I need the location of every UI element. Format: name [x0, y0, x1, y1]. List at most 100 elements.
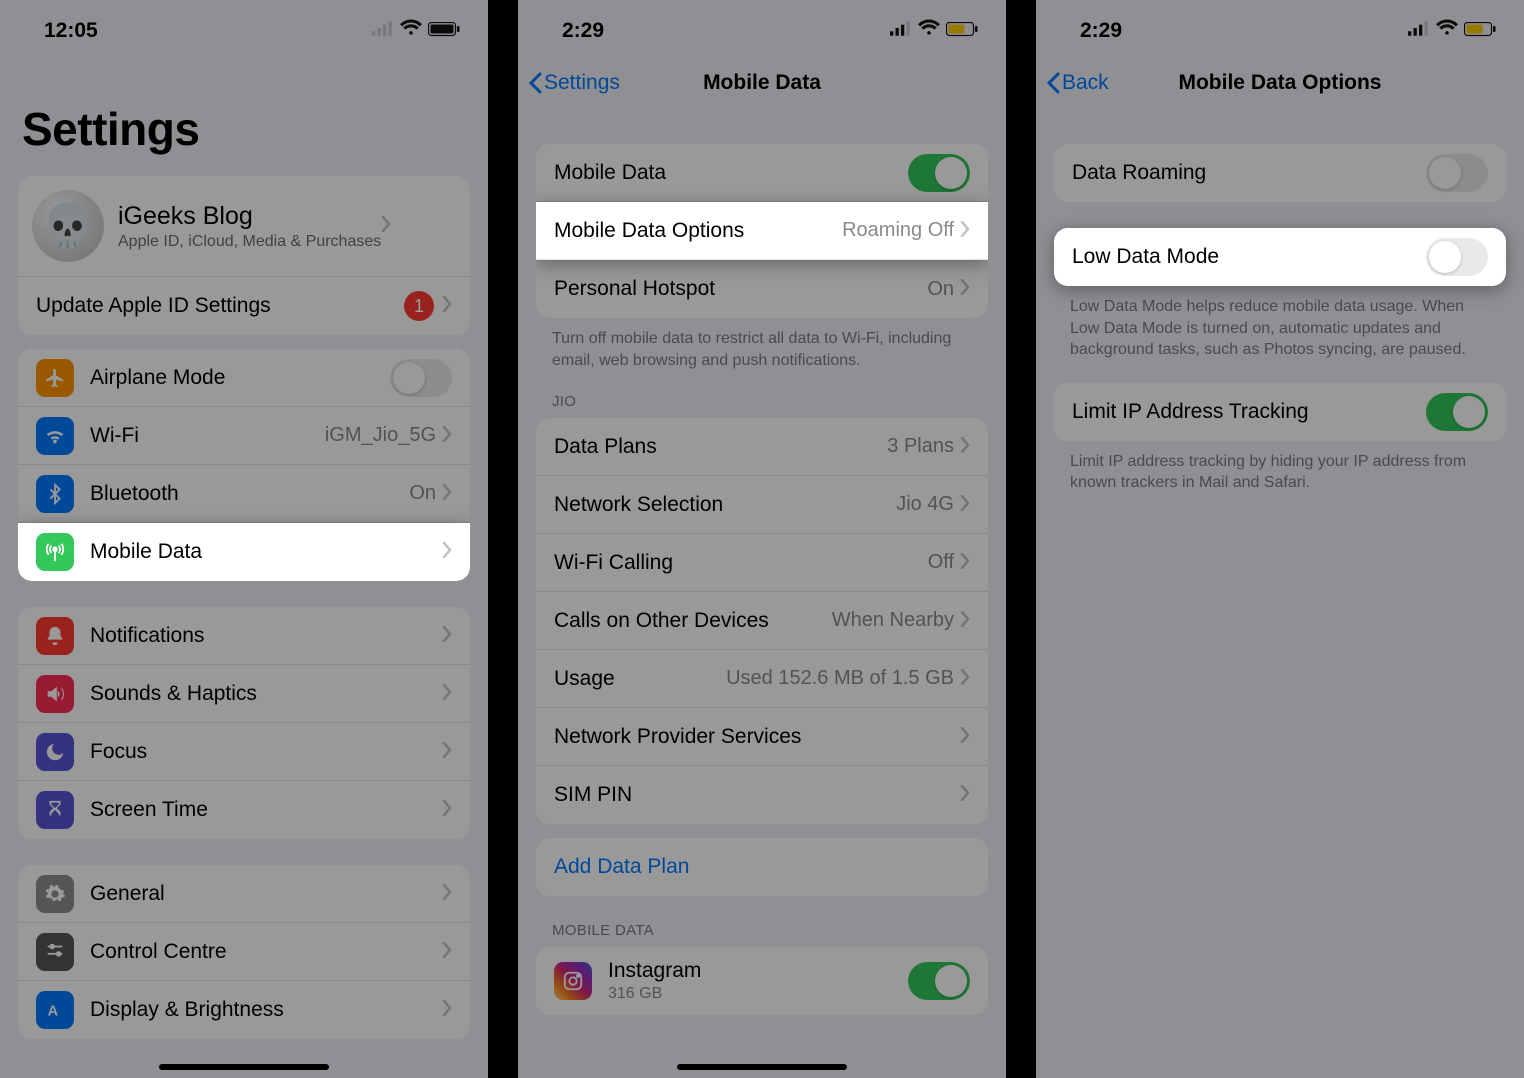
hotspot-row[interactable]: Personal Hotspot On: [536, 260, 988, 318]
options-value: Roaming Off: [842, 219, 954, 242]
chevron-right-icon: [960, 609, 970, 633]
app-name: Instagram: [608, 959, 701, 983]
app-toggle[interactable]: [908, 962, 970, 1000]
data-plans-row[interactable]: Data Plans 3 Plans: [536, 418, 988, 476]
low-data-toggle[interactable]: [1426, 238, 1488, 276]
wifi-icon: [1436, 17, 1458, 45]
status-bar: 12:05: [0, 0, 488, 54]
chevron-right-icon: [960, 219, 970, 243]
home-indicator[interactable]: [159, 1064, 329, 1070]
network-selection-row[interactable]: Network Selection Jio 4G: [536, 476, 988, 534]
chevron-right-icon: [960, 667, 970, 691]
chevron-right-icon: [442, 798, 452, 822]
screen-mobile-data: 2:29 Settings Mobile Data Mobile Data Mo…: [518, 0, 1006, 1078]
notifications-label: Notifications: [90, 624, 442, 648]
control-centre-row[interactable]: Control Centre: [18, 923, 470, 981]
calls-other-row[interactable]: Calls on Other Devices When Nearby: [536, 592, 988, 650]
limit-ip-toggle[interactable]: [1426, 393, 1488, 431]
badge: 1: [404, 291, 434, 321]
antenna-icon: [36, 533, 74, 571]
limit-ip-row[interactable]: Limit IP Address Tracking: [1054, 383, 1506, 441]
airplane-icon: [36, 359, 74, 397]
wifi-icon: [918, 17, 940, 45]
row-label: Network Selection: [554, 493, 896, 517]
notifications-row[interactable]: Notifications: [18, 607, 470, 665]
bluetooth-icon: [36, 475, 74, 513]
mobile-data-options-row[interactable]: Mobile Data Options Roaming Off: [536, 202, 988, 260]
low-data-note: Low Data Mode helps reduce mobile data u…: [1070, 296, 1490, 361]
chevron-right-icon: [442, 940, 452, 964]
row-label: Usage: [554, 667, 726, 691]
provider-row[interactable]: Network Provider Services: [536, 708, 988, 766]
display-label: Display & Brightness: [90, 998, 442, 1022]
row-label: SIM PIN: [554, 783, 960, 807]
general-row[interactable]: General: [18, 865, 470, 923]
jio-group: Data Plans 3 Plans Network Selection Jio…: [536, 418, 988, 824]
add-plan-label: Add Data Plan: [554, 855, 970, 879]
mobile-data-toggle-row[interactable]: Mobile Data: [536, 144, 988, 202]
display-icon: A: [36, 991, 74, 1029]
chevron-right-icon: [442, 998, 452, 1022]
sliders-icon: [36, 933, 74, 971]
row-value: Jio 4G: [896, 493, 954, 516]
bluetooth-row[interactable]: Bluetooth On: [18, 465, 470, 523]
focus-label: Focus: [90, 740, 442, 764]
chevron-right-icon: [960, 783, 970, 807]
mobile-data-row[interactable]: Mobile Data: [18, 523, 470, 581]
status-time: 2:29: [1080, 19, 1122, 43]
sounds-row[interactable]: Sounds & Haptics: [18, 665, 470, 723]
svg-text:A: A: [48, 1004, 59, 1020]
screen-time-row[interactable]: Screen Time: [18, 781, 470, 839]
low-data-label: Low Data Mode: [1072, 245, 1426, 269]
airplane-row[interactable]: Airplane Mode: [18, 349, 470, 407]
home-indicator[interactable]: [677, 1064, 847, 1070]
control-centre-label: Control Centre: [90, 940, 442, 964]
general-group: General Control Centre A Display & Brigh…: [18, 865, 470, 1039]
data-roaming-row[interactable]: Data Roaming: [1054, 144, 1506, 202]
add-plan-group: Add Data Plan: [536, 838, 988, 896]
chevron-left-icon: [528, 72, 542, 94]
roaming-toggle[interactable]: [1426, 154, 1488, 192]
nav-bar: Settings Mobile Data: [518, 54, 1006, 112]
row-value: Off: [928, 551, 954, 574]
back-button[interactable]: Settings: [528, 71, 620, 95]
limit-ip-note: Limit IP address tracking by hiding your…: [1070, 451, 1490, 494]
screen-time-label: Screen Time: [90, 798, 442, 822]
page-title: Mobile Data Options: [1178, 71, 1381, 95]
screen-settings: 12:05 Settings 💀 iGeeks Blog Apple ID, i…: [0, 0, 488, 1078]
back-button[interactable]: Back: [1046, 71, 1109, 95]
mobile-data-apps-header: MOBILE DATA: [552, 922, 972, 939]
focus-row[interactable]: Focus: [18, 723, 470, 781]
add-data-plan-row[interactable]: Add Data Plan: [536, 838, 988, 896]
chevron-right-icon: [960, 551, 970, 575]
update-apple-id-row[interactable]: Update Apple ID Settings 1: [18, 277, 470, 335]
limit-ip-group: Limit IP Address Tracking: [1054, 383, 1506, 441]
roaming-group: Data Roaming: [1054, 144, 1506, 202]
chevron-right-icon: [960, 435, 970, 459]
status-bar: 2:29: [518, 0, 1006, 54]
sim-pin-row[interactable]: SIM PIN: [536, 766, 988, 824]
chevron-left-icon: [1046, 72, 1060, 94]
chevron-right-icon: [442, 482, 452, 506]
apple-id-row[interactable]: 💀 iGeeks Blog Apple ID, iCloud, Media & …: [18, 176, 470, 277]
usage-row[interactable]: Usage Used 152.6 MB of 1.5 GB: [536, 650, 988, 708]
status-time: 2:29: [562, 19, 604, 43]
status-bar: 2:29: [1036, 0, 1524, 54]
chevron-right-icon: [381, 214, 391, 238]
nav-bar: Back Mobile Data Options: [1036, 54, 1524, 112]
chevron-right-icon: [442, 682, 452, 706]
mobile-data-toggle[interactable]: [908, 154, 970, 192]
screen-mobile-data-options: 2:29 Back Mobile Data Options Data Roami…: [1036, 0, 1524, 1078]
wifi-calling-row[interactable]: Wi-Fi Calling Off: [536, 534, 988, 592]
display-row[interactable]: A Display & Brightness: [18, 981, 470, 1039]
airplane-toggle[interactable]: [390, 359, 452, 397]
chevron-right-icon: [960, 493, 970, 517]
hourglass-icon: [36, 791, 74, 829]
low-data-mode-row[interactable]: Low Data Mode: [1054, 228, 1506, 286]
low-data-group: Low Data Mode: [1054, 228, 1506, 286]
connectivity-group: Airplane Mode Wi-Fi iGM_Jio_5G Bluetooth…: [18, 349, 470, 581]
app-instagram-row[interactable]: Instagram 316 GB: [536, 947, 988, 1015]
wifi-icon: [36, 417, 74, 455]
wifi-row[interactable]: Wi-Fi iGM_Jio_5G: [18, 407, 470, 465]
chevron-right-icon: [442, 424, 452, 448]
